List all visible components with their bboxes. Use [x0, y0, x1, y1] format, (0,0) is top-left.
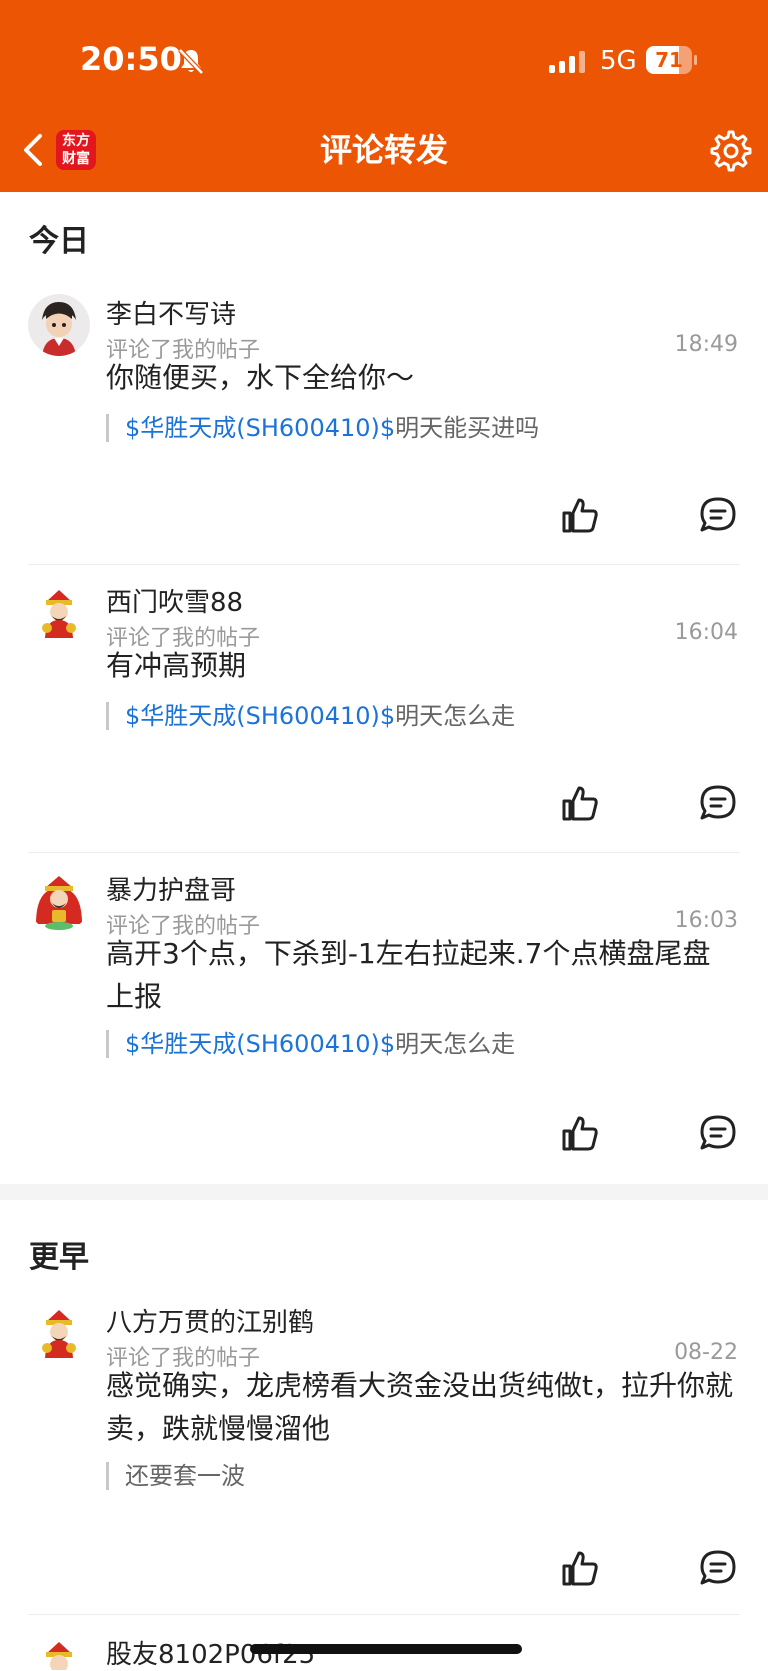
avatar[interactable]: [28, 1302, 90, 1364]
username[interactable]: 暴力护盘哥: [106, 870, 236, 907]
comment-bubble-icon[interactable]: [698, 495, 738, 535]
bell-mute-icon: [178, 48, 204, 75]
quoted-post[interactable]: $华胜天成(SH600410)$明天怎么走: [106, 702, 515, 730]
quoted-text: 明天能买进吗: [395, 414, 540, 442]
comment-bubble-icon[interactable]: [698, 783, 738, 823]
stock-link[interactable]: $华胜天成(SH600410)$: [125, 414, 395, 442]
avatar[interactable]: [28, 294, 90, 356]
battery-level: 71: [655, 48, 683, 72]
thumbs-up-icon[interactable]: [560, 1113, 600, 1153]
section-title-earlier: 更早: [29, 1240, 89, 1275]
divider: [28, 1614, 740, 1615]
section-title-today: 今日: [29, 224, 89, 259]
comment-text[interactable]: 你随便买，水下全给你～: [106, 356, 736, 399]
avatar[interactable]: [28, 870, 90, 932]
quoted-post[interactable]: $华胜天成(SH600410)$明天怎么走: [106, 1030, 515, 1058]
quoted-text: 还要套一波: [125, 1462, 245, 1490]
quoted-post[interactable]: $华胜天成(SH600410)$明天能买进吗: [106, 414, 539, 442]
comment-text[interactable]: 高开3个点，下杀到-1左右拉起来.7个点横盘尾盘上报: [106, 932, 736, 1018]
top-bar: 20:50 5G 71 东方 财富 评论转发: [0, 0, 768, 192]
comment-text[interactable]: 感觉确实，龙虎榜看大资金没出货纯做t，拉升你就卖，跌就慢慢溜他: [106, 1364, 736, 1450]
page-title: 评论转发: [319, 131, 448, 169]
quoted-text: 明天怎么走: [395, 1030, 516, 1058]
thumbs-up-icon[interactable]: [560, 1548, 600, 1588]
comment-text[interactable]: 有冲高预期: [106, 644, 736, 687]
quoted-text: 明天怎么走: [395, 702, 516, 730]
home-indicator[interactable]: [250, 1644, 522, 1654]
username[interactable]: 八方万贯的江别鹤: [106, 1302, 314, 1339]
quoted-post[interactable]: 还要套一波: [106, 1462, 245, 1490]
thumbs-up-icon[interactable]: [560, 783, 600, 823]
thumbs-up-icon[interactable]: [560, 495, 600, 535]
avatar[interactable]: [28, 582, 90, 644]
comment-bubble-icon[interactable]: [698, 1548, 738, 1588]
stock-link[interactable]: $华胜天成(SH600410)$: [125, 702, 395, 730]
section-separator: [0, 1184, 768, 1200]
username[interactable]: 西门吹雪88: [106, 582, 243, 619]
gear-icon[interactable]: [708, 128, 754, 174]
avatar[interactable]: [28, 1634, 90, 1670]
divider: [28, 564, 740, 565]
timestamp: 08-22: [674, 1340, 738, 1365]
cellular-signal-icon: [549, 51, 585, 73]
timestamp: 16:04: [674, 620, 738, 645]
comment-bubble-icon[interactable]: [698, 1113, 738, 1153]
username[interactable]: 李白不写诗: [106, 294, 236, 331]
timestamp: 16:03: [674, 908, 738, 933]
divider: [28, 852, 740, 853]
timestamp: 18:49: [674, 332, 738, 357]
stock-link[interactable]: $华胜天成(SH600410)$: [125, 1030, 395, 1058]
battery-indicator: 71: [646, 46, 697, 74]
status-time: 20:50: [80, 40, 182, 78]
network-type: 5G: [600, 46, 637, 76]
